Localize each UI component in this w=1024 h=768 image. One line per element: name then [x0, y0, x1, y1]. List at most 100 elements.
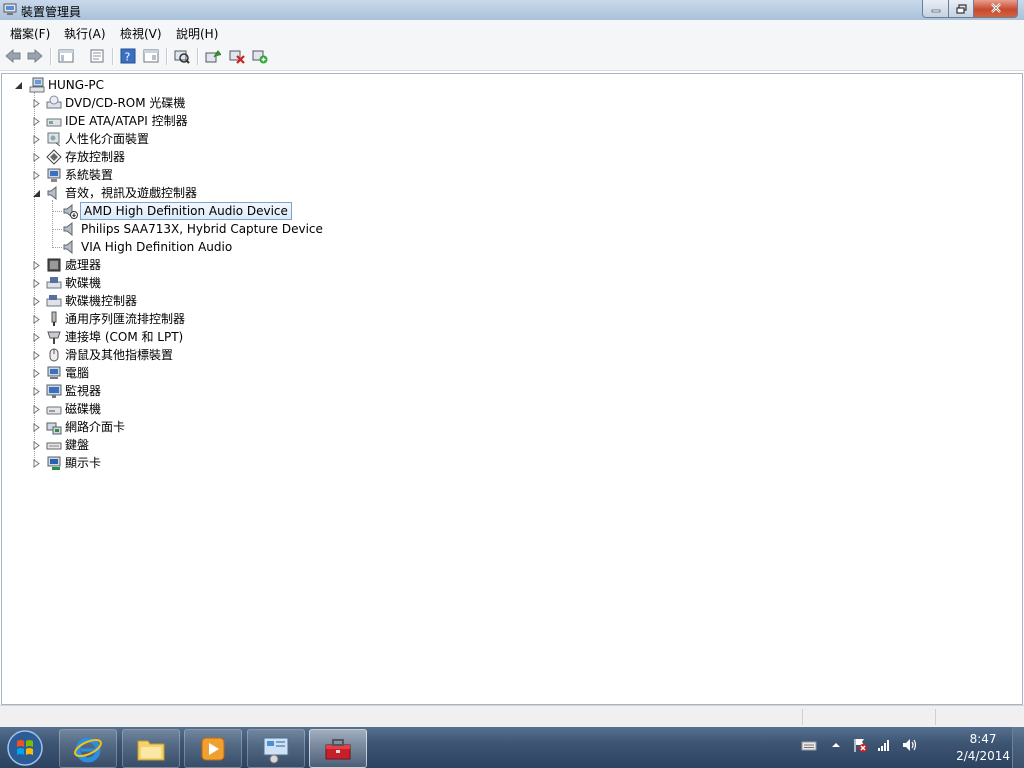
show-hide-tree-button[interactable] [56, 47, 76, 65]
action-pane-button[interactable] [141, 47, 161, 65]
menu-file[interactable]: 檔案(F) [10, 25, 50, 42]
action-center-flag-icon[interactable] [852, 737, 868, 753]
media-player-icon [201, 737, 225, 760]
collapsed-arrow-icon[interactable] [32, 152, 41, 162]
disk-drive-icon [46, 406, 62, 415]
tree-device[interactable]: Philips SAA713X, Hybrid Capture Device [62, 220, 323, 238]
collapsed-arrow-icon[interactable] [32, 422, 41, 432]
taskbar-media-player[interactable] [184, 729, 242, 768]
tree-category[interactable]: 通用序列匯流排控制器 [32, 310, 185, 328]
tree-category[interactable]: 系統裝置 [32, 166, 113, 184]
collapsed-arrow-icon[interactable] [32, 314, 41, 324]
tree-category[interactable]: 連接埠 (COM 和 LPT) [32, 328, 183, 346]
maximize-button[interactable] [949, 0, 974, 18]
tree-category[interactable]: 滑鼠及其他指標裝置 [32, 346, 173, 364]
show-desktop-button[interactable] [1012, 727, 1024, 768]
tree-category[interactable]: 音效，視訊及遊戲控制器 [32, 184, 197, 202]
storage-controller-icon [46, 149, 62, 165]
speaker-icon [47, 185, 57, 201]
tree-category-label: 連接埠 (COM 和 LPT) [65, 330, 184, 344]
menu-bar: 檔案(F) 執行(A) 檢視(V) 說明(H) [0, 20, 1024, 43]
menu-help[interactable]: 說明(H) [176, 25, 218, 42]
collapsed-arrow-icon[interactable] [32, 260, 41, 270]
collapsed-arrow-icon[interactable] [32, 332, 41, 342]
window-title: 裝置管理員 [21, 5, 82, 19]
tree-category[interactable]: 鍵盤 [32, 436, 89, 454]
forward-button[interactable] [25, 47, 45, 65]
tree-category[interactable]: 顯示卡 [32, 454, 101, 472]
tree-root[interactable]: HUNG-PC [14, 76, 104, 94]
audio-device-icon [63, 221, 73, 237]
taskbar-file-explorer[interactable] [122, 729, 180, 768]
show-hidden-icons-arrow[interactable] [828, 737, 844, 753]
taskbar-device-manager[interactable] [309, 729, 367, 768]
scan-hardware-button[interactable] [172, 47, 192, 65]
tree-category[interactable]: 軟碟機控制器 [32, 292, 137, 310]
start-button[interactable] [3, 728, 47, 768]
tree-category-label: IDE ATA/ATAPI 控制器 [65, 114, 188, 128]
tree-category[interactable]: 磁碟機 [32, 400, 101, 418]
usb-controller-icon [51, 311, 57, 326]
network-signal-icon[interactable] [876, 737, 892, 753]
tree-category-label: DVD/CD-ROM 光碟機 [65, 96, 186, 110]
tree-category-label: 顯示卡 [65, 456, 102, 470]
back-arrow-icon [5, 49, 21, 63]
close-button[interactable] [974, 0, 1018, 18]
keyboard-tray-icon[interactable] [801, 737, 817, 753]
minimize-button[interactable] [922, 0, 949, 18]
update-driver-button[interactable] [203, 47, 223, 65]
properties-button[interactable] [87, 47, 107, 65]
tree-category[interactable]: 人性化介面裝置 [32, 130, 149, 148]
collapsed-arrow-icon[interactable] [32, 404, 41, 414]
tree-category-label: 音效，視訊及遊戲控制器 [65, 186, 198, 200]
back-button[interactable] [3, 47, 23, 65]
tree-category[interactable]: 軟碟機 [32, 274, 101, 292]
collapsed-arrow-icon[interactable] [32, 440, 41, 450]
collapsed-arrow-icon[interactable] [32, 368, 41, 378]
tree-device[interactable]: VIA High Definition Audio [62, 238, 232, 256]
collapsed-arrow-icon[interactable] [32, 170, 41, 180]
taskbar-control-panel[interactable] [247, 729, 305, 768]
tree-category[interactable]: 存放控制器 [32, 148, 125, 166]
tree-category-label: 鍵盤 [65, 438, 90, 452]
computer-name: HUNG-PC [48, 78, 105, 92]
collapsed-arrow-icon[interactable] [32, 98, 41, 108]
tree-category-label: 磁碟機 [65, 402, 102, 416]
expanded-arrow-icon[interactable] [32, 189, 41, 198]
collapsed-arrow-icon[interactable] [32, 278, 41, 288]
title-bar[interactable]: 裝置管理員 [0, 0, 1024, 20]
expanded-arrow-icon[interactable] [14, 81, 23, 90]
uninstall-button[interactable] [227, 47, 247, 65]
collapsed-arrow-icon[interactable] [32, 116, 41, 126]
port-icon [47, 331, 61, 344]
tree-category[interactable]: 電腦 [32, 364, 89, 382]
collapsed-arrow-icon[interactable] [32, 296, 41, 306]
collapsed-arrow-icon[interactable] [32, 386, 41, 396]
tree-category[interactable]: IDE ATA/ATAPI 控制器 [32, 112, 188, 130]
tree-category[interactable]: 網路介面卡 [32, 418, 125, 436]
clock-time: 8:47 [969, 732, 997, 746]
enable-device-icon [252, 50, 268, 64]
collapsed-arrow-icon[interactable] [32, 458, 41, 468]
menu-action[interactable]: 執行(A) [64, 25, 106, 42]
collapsed-arrow-icon[interactable] [32, 350, 41, 360]
help-button[interactable]: ? [118, 47, 138, 65]
taskbar-internet-explorer[interactable] [59, 729, 117, 768]
scan-hardware-icon [174, 50, 190, 64]
tree-category[interactable]: 監視器 [32, 382, 101, 400]
audio-device-warning-icon [63, 203, 78, 219]
tree-category-label: 電腦 [65, 366, 90, 380]
volume-icon[interactable] [901, 737, 917, 753]
floppy-drive-icon [46, 277, 62, 289]
device-tree[interactable]: HUNG-PC DVD/CD-ROM 光碟機 IDE ATA/ATAPI 控制器人… [1, 73, 1023, 705]
uninstall-icon [229, 50, 245, 64]
tree-category[interactable]: 處理器 [32, 256, 101, 274]
dvd-drive-icon [46, 95, 62, 109]
tree-device[interactable]: AMD High Definition Audio Device [62, 202, 292, 220]
menu-view[interactable]: 檢視(V) [120, 25, 162, 42]
collapsed-arrow-icon[interactable] [32, 134, 41, 144]
system-clock[interactable]: 8:47 2/4/2014 [956, 731, 1010, 765]
tree-category[interactable]: DVD/CD-ROM 光碟機 [32, 94, 185, 112]
enable-device-button[interactable] [250, 47, 270, 65]
tree-device-label: AMD High Definition Audio Device [80, 202, 292, 220]
